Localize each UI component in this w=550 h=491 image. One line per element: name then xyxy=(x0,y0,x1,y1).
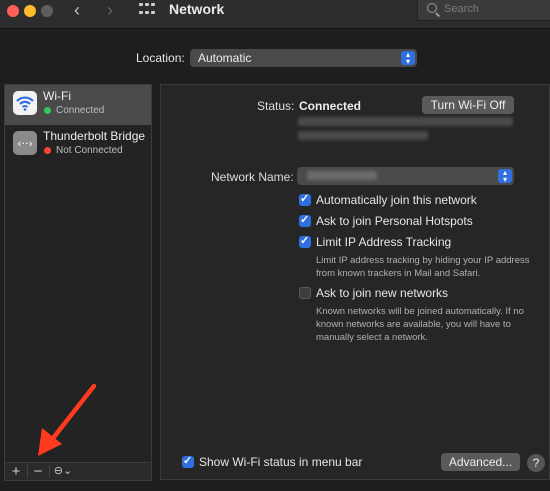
status-value: Connected xyxy=(299,99,362,113)
ask-new-networks-checkbox[interactable] xyxy=(299,287,311,299)
divider xyxy=(49,465,50,478)
status-label: Status: xyxy=(257,99,295,113)
status-dot-icon xyxy=(44,107,51,114)
auto-join-label: Automatically join this network xyxy=(316,193,477,207)
personal-hotspots-checkbox[interactable] xyxy=(299,213,311,227)
minimize-window-button[interactable] xyxy=(24,5,36,17)
redacted-network-name xyxy=(307,171,377,180)
show-wifi-status-checkbox[interactable] xyxy=(182,454,194,468)
search-placeholder: Search xyxy=(444,3,479,15)
annotation-arrow-icon xyxy=(38,383,97,456)
service-status: Not Connected xyxy=(56,145,123,156)
svg-text:‹··›: ‹··› xyxy=(17,137,33,150)
turn-wifi-off-button[interactable]: Turn Wi-Fi Off xyxy=(422,96,514,114)
show-wifi-status-label: Show Wi-Fi status in menu bar xyxy=(199,455,363,469)
redacted-status-detail xyxy=(298,117,513,126)
service-status: Connected xyxy=(56,105,105,116)
forward-arrow-icon[interactable]: › xyxy=(107,0,113,20)
search-icon xyxy=(427,3,437,13)
title-bar: ‹ › Network Search xyxy=(0,0,550,29)
remove-service-button[interactable]: − xyxy=(29,463,47,480)
network-name-select[interactable]: ▴ ▾ xyxy=(297,167,514,185)
select-arrows-icon: ▴ ▾ xyxy=(401,51,415,66)
service-name: Thunderbolt Bridge xyxy=(43,129,146,143)
wifi-settings-panel xyxy=(160,84,550,480)
auto-join-checkbox[interactable] xyxy=(299,192,311,206)
zoom-window-button[interactable] xyxy=(41,5,53,17)
show-all-grid-icon[interactable] xyxy=(139,3,155,17)
limit-ip-tracking-label: Limit IP Address Tracking xyxy=(316,235,452,249)
advanced-button[interactable]: Advanced... xyxy=(441,453,520,471)
service-item-thunderbolt-bridge[interactable]: ‹··› Thunderbolt Bridge Not Connected xyxy=(5,125,151,165)
add-service-button[interactable]: + xyxy=(7,463,25,480)
service-name: Wi-Fi xyxy=(43,89,71,103)
status-dot-icon xyxy=(44,147,51,154)
ask-new-networks-label: Ask to join new networks xyxy=(316,286,449,300)
ask-new-networks-help: Known networks will be joined automatica… xyxy=(316,306,524,343)
limit-ip-tracking-help: Limit IP address tracking by hiding your… xyxy=(316,255,530,279)
service-list-toolbar: + − ⊖⌄ xyxy=(4,462,152,481)
close-window-button[interactable] xyxy=(7,5,19,17)
personal-hotspots-label: Ask to join Personal Hotspots xyxy=(316,214,473,228)
action-menu-button[interactable]: ⊖⌄ xyxy=(51,463,75,480)
wifi-icon xyxy=(13,91,37,115)
back-arrow-icon[interactable]: ‹ xyxy=(74,0,80,20)
network-name-label: Network Name: xyxy=(211,170,294,184)
location-value: Automatic xyxy=(198,51,252,65)
window-title: Network xyxy=(169,1,225,17)
select-arrows-icon: ▴ ▾ xyxy=(498,169,512,184)
redacted-status-detail xyxy=(298,131,428,140)
thunderbolt-bridge-icon: ‹··› xyxy=(13,131,37,155)
location-label: Location: xyxy=(136,51,185,65)
divider xyxy=(27,465,28,478)
location-select[interactable]: Automatic ▴ ▾ xyxy=(190,49,417,67)
help-button[interactable]: ? xyxy=(527,454,545,472)
search-field[interactable]: Search xyxy=(417,0,550,21)
limit-ip-tracking-checkbox[interactable] xyxy=(299,234,311,248)
service-item-wifi[interactable]: Wi-Fi Connected xyxy=(5,85,151,125)
